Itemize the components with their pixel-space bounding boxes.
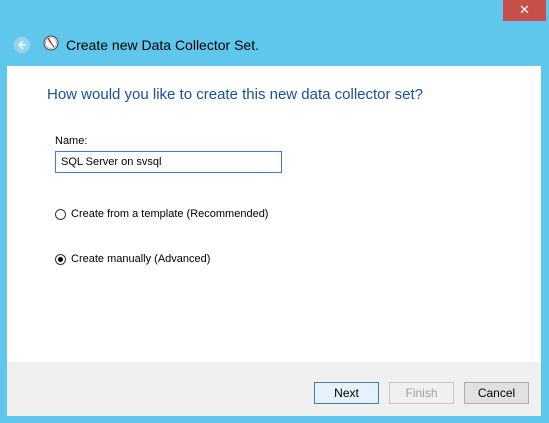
radio-selected-dot [58,256,63,262]
window-title: Create new Data Collector Set. [66,37,259,53]
cancel-button[interactable]: Cancel [464,382,529,404]
radio-manual[interactable] [55,253,66,265]
close-button[interactable]: ✕ [503,0,546,21]
radio-template[interactable] [55,208,66,220]
option-manual-label: Create manually (Advanced) [71,253,211,265]
name-label: Name: [55,135,88,147]
wizard-window: ✕ Create new Data Collector Set. How wou… [0,0,549,423]
next-button[interactable]: Next [314,382,379,404]
wizard-content: How would you like to create this new da… [7,66,541,362]
name-input[interactable] [55,151,282,173]
finish-button[interactable]: Finish [389,382,454,404]
data-collector-gauge-icon [43,35,59,51]
page-heading: How would you like to create this new da… [47,86,424,103]
option-template-label: Create from a template (Recommended) [71,208,269,220]
option-manual[interactable]: Create manually (Advanced) [55,253,210,265]
button-bar: Next Finish Cancel [7,362,541,416]
close-icon: ✕ [519,3,530,18]
back-arrow-icon [17,40,26,50]
option-template[interactable]: Create from a template (Recommended) [55,208,268,220]
back-button[interactable] [13,36,31,54]
